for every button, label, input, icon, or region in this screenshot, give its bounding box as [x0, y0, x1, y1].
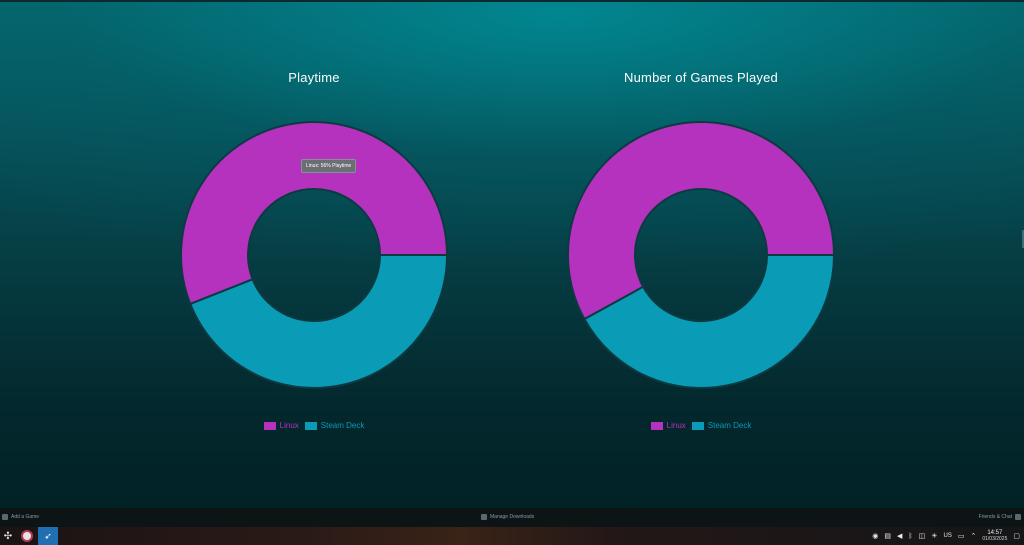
- add-game-label: Add a Game: [11, 514, 40, 520]
- vivaldi-logo: [21, 530, 33, 542]
- clipboard-icon[interactable]: ▤: [884, 532, 891, 540]
- keyboard-layout-indicator[interactable]: US: [944, 533, 952, 539]
- legend-label: Steam Deck: [320, 421, 365, 430]
- volume-icon[interactable]: ◀: [897, 532, 902, 540]
- games-played-chart-panel: Number of Games Played Linux Steam Deck: [536, 62, 866, 452]
- chart-title: Number of Games Played: [624, 70, 778, 85]
- manage-downloads-button[interactable]: Manage Downloads: [481, 514, 534, 520]
- legend-item-linux[interactable]: Linux: [650, 421, 686, 430]
- legend-item-steam-deck[interactable]: Steam Deck: [691, 421, 752, 430]
- clock[interactable]: 14:57 01/03/2025: [982, 530, 1007, 542]
- legend-item-steam-deck[interactable]: Steam Deck: [304, 421, 365, 430]
- games-played-donut-chart: [567, 121, 836, 389]
- friends-chat-label: Friends & Chat: [978, 514, 1012, 520]
- steam-window: Playtime Linux: 56% Playtime Linux Steam…: [0, 0, 1024, 508]
- brightness-icon[interactable]: ☀: [931, 532, 937, 540]
- chart-title: Playtime: [288, 70, 340, 85]
- friends-chat-button[interactable]: Friends & Chat: [979, 514, 1021, 520]
- clock-date: 01/03/2025: [982, 536, 1008, 542]
- manage-downloads-label: Manage Downloads: [490, 514, 535, 520]
- playtime-donut-chart: [180, 121, 449, 389]
- steam-footer-bar: Add a Game Manage Downloads Friends & Ch…: [0, 508, 1024, 527]
- chart-legend: Linux Steam Deck: [536, 421, 866, 430]
- expand-tray-icon[interactable]: ⌃: [970, 532, 976, 540]
- chart-legend: Linux Steam Deck: [149, 421, 479, 430]
- display-icon[interactable]: ▭: [958, 532, 965, 540]
- steam-tray-icon[interactable]: ◉: [872, 532, 878, 540]
- legend-swatch: [650, 421, 663, 430]
- plus-icon: [2, 514, 8, 520]
- network-icon[interactable]: ◫: [919, 532, 926, 540]
- steam-icon[interactable]: ➶: [38, 527, 58, 545]
- bluetooth-icon[interactable]: ᛒ: [908, 533, 912, 540]
- legend-swatch: [691, 421, 704, 430]
- taskbar: ✣ ➶ ◉ ▤ ◀ ᛒ ◫ ☀ US ▭ ⌃ 14:57 01/03/2025 …: [0, 527, 1024, 545]
- download-icon: [481, 514, 487, 520]
- add-game-button[interactable]: Add a Game: [2, 514, 39, 520]
- legend-label: Linux: [279, 421, 299, 430]
- legend-swatch: [263, 421, 276, 430]
- legend-label: Linux: [666, 421, 686, 430]
- desktop-icon[interactable]: ▢: [1013, 532, 1020, 540]
- system-tray: ◉ ▤ ◀ ᛒ ◫ ☀ US ▭ ⌃ 14:57 01/03/2025 ▢: [872, 527, 1020, 545]
- vivaldi-icon[interactable]: [18, 527, 36, 545]
- playtime-chart-panel: Playtime Linux: 56% Playtime Linux Steam…: [149, 62, 479, 452]
- legend-label: Steam Deck: [707, 421, 752, 430]
- legend-item-linux[interactable]: Linux: [263, 421, 299, 430]
- plasma-launcher-icon[interactable]: ✣: [0, 527, 16, 545]
- chat-icon: [1015, 514, 1021, 520]
- chart-tooltip: Linux: 56% Playtime: [301, 159, 357, 173]
- legend-swatch: [304, 421, 317, 430]
